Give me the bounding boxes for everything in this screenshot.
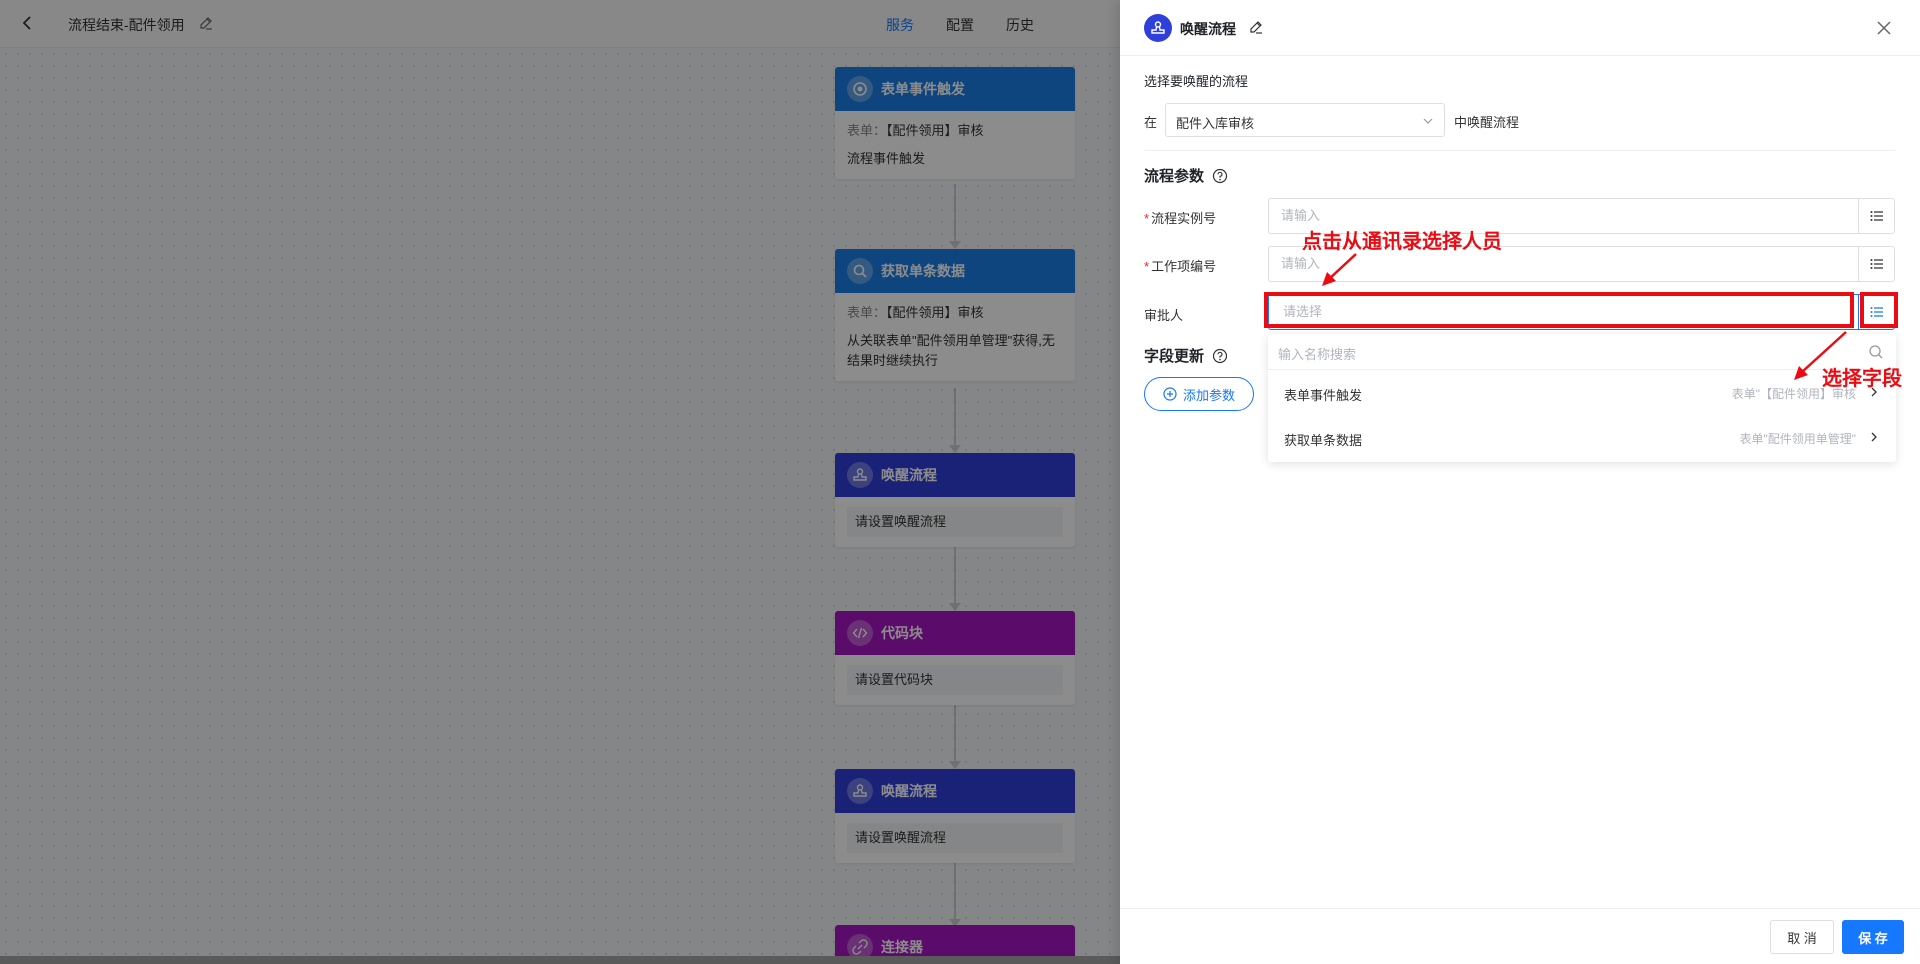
save-button[interactable]: 保 存 <box>1842 920 1904 954</box>
field-label-instance-id: * 流程实例号 <box>1144 211 1217 226</box>
cancel-button[interactable]: 取 消 <box>1770 920 1834 954</box>
wake-process-drawer: 唤醒流程 <box>1120 0 1920 964</box>
bottom-scrollbar[interactable] <box>0 956 1120 964</box>
annotation-arrow-icon <box>1322 253 1357 286</box>
highlight-box-approver <box>1264 292 1854 328</box>
in-suffix-label: 中唤醒流程 <box>1454 115 1520 130</box>
stamp-icon <box>1144 14 1172 42</box>
dropdown-item-detail: 表单"配件领用单管理" <box>1739 432 1856 446</box>
search-icon <box>1869 345 1883 359</box>
update-title-text: 字段更新 <box>1144 348 1205 365</box>
chevron-down-icon <box>1423 118 1433 124</box>
add-param-button[interactable]: 添加参数 <box>1144 377 1254 411</box>
drawer-title: 唤醒流程 <box>1180 21 1236 37</box>
field-label-approver: 审批人 <box>1144 308 1184 323</box>
drawer-header: 唤醒流程 <box>1120 0 1920 56</box>
close-icon[interactable] <box>1876 20 1892 36</box>
help-icon[interactable] <box>1212 168 1228 184</box>
field-label-workitem-id: * 工作项编号 <box>1144 259 1217 274</box>
dropdown-item[interactable]: 获取单条数据 表单"配件领用单管理" <box>1268 416 1896 460</box>
field-label-text: 工作项编号 <box>1151 259 1217 274</box>
params-section-title: 流程参数 <box>1144 165 1228 186</box>
dropdown-item-label: 获取单条数据 <box>1284 433 1363 448</box>
annotation-arrow-icon <box>1794 331 1847 380</box>
help-icon[interactable] <box>1212 348 1228 364</box>
search-placeholder: 输入名称搜索 <box>1278 347 1357 362</box>
field-label-text: 流程实例号 <box>1151 211 1217 226</box>
modal-mask[interactable] <box>0 0 1120 964</box>
update-section-title: 字段更新 <box>1144 345 1228 366</box>
dropdown-item-label: 表单事件触发 <box>1284 388 1363 403</box>
section-divider <box>1144 150 1896 151</box>
target-process-label: 选择要唤醒的流程 <box>1144 74 1249 89</box>
field-picker-button[interactable] <box>1858 247 1894 281</box>
chevron-right-icon <box>1871 432 1877 442</box>
add-param-label: 添加参数 <box>1182 387 1235 403</box>
process-select-value: 配件入库审核 <box>1176 116 1255 131</box>
highlight-box-picker <box>1860 292 1898 328</box>
field-picker-button[interactable] <box>1858 199 1894 233</box>
plus-circle-icon <box>1163 387 1177 401</box>
edit-title-icon[interactable] <box>1248 19 1264 35</box>
in-label: 在 <box>1144 115 1158 130</box>
process-select[interactable]: 配件入库审核 <box>1165 103 1445 137</box>
params-title-text: 流程参数 <box>1144 168 1205 185</box>
